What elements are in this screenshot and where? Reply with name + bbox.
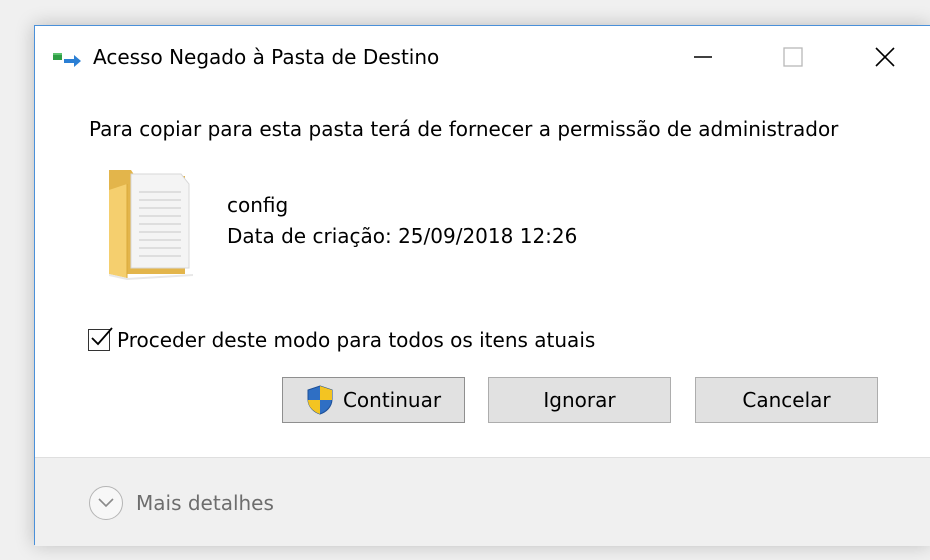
uac-shield-icon	[307, 385, 333, 415]
expand-circle[interactable]	[89, 486, 123, 520]
checkmark-icon	[91, 327, 113, 346]
continue-button[interactable]: Continuar	[282, 377, 465, 423]
apply-to-all-checkbox-row[interactable]: Proceder deste modo para todos os itens …	[88, 327, 596, 352]
title-bar[interactable]: Acesso Negado à Pasta de Destino	[35, 26, 930, 92]
maximize-icon	[783, 47, 803, 67]
folder-icon	[109, 170, 193, 280]
item-name: config	[227, 193, 289, 217]
more-details-toggle[interactable]: Mais detalhes	[89, 486, 274, 520]
item-created-date: Data de criação: 25/09/2018 12:26	[227, 224, 578, 248]
apply-to-all-checkbox[interactable]	[88, 327, 113, 351]
instruction-text: Para copiar para esta pasta terá de forn…	[89, 117, 839, 141]
ignore-button[interactable]: Ignorar	[488, 377, 671, 423]
apply-to-all-label: Proceder deste modo para todos os itens …	[117, 328, 596, 352]
chevron-down-icon	[98, 498, 114, 508]
cancel-button[interactable]: Cancelar	[695, 377, 878, 423]
minimize-icon	[694, 56, 712, 58]
maximize-button[interactable]	[747, 26, 839, 88]
continue-label: Continuar	[342, 388, 442, 412]
desktop-background: Acesso Negado à Pasta de Destino Para co…	[0, 0, 930, 560]
more-details-label: Mais detalhes	[136, 491, 274, 515]
minimize-button[interactable]	[657, 26, 749, 88]
window-title: Acesso Negado à Pasta de Destino	[93, 45, 440, 69]
close-icon	[875, 47, 895, 67]
close-button[interactable]	[839, 26, 930, 88]
dialog-footer: Mais detalhes	[35, 457, 930, 546]
access-denied-dialog: Acesso Negado à Pasta de Destino Para co…	[34, 25, 930, 546]
file-transfer-icon	[53, 53, 81, 67]
item-info: config Data de criação: 25/09/2018 12:26	[227, 190, 577, 252]
